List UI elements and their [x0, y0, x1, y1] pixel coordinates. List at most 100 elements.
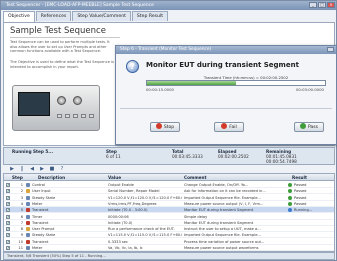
row-comment: Simple delay [184, 214, 208, 219]
row-checkbox[interactable]: ✔ [6, 220, 10, 225]
row-checkbox[interactable]: ✔ [6, 183, 10, 187]
device-knob-icon [73, 96, 82, 105]
title-bar: Test Sequencer - [EMC-LOAD-AFP-MEEBLE] S… [1, 1, 336, 10]
result-status-icon [288, 183, 292, 187]
table-row[interactable]: ✔ 3 Steady State V1=120.0 V,f1=120.0 V,f1=1… [4, 195, 334, 201]
row-value: 0-3333 sec [108, 239, 128, 244]
table-row[interactable]: ✔ 10 Transient 0-3333 sec Process time varia… [4, 239, 334, 245]
stop-button[interactable]: Stop [150, 122, 180, 132]
row-result: Passed [294, 189, 307, 194]
row-description: Control [32, 183, 45, 187]
status-panel: Running Step 5... Step 6 of 11 Total 00:… [3, 147, 335, 165]
table-row[interactable]: ✔ 2 User Input Serial Number, Repair Model A… [4, 188, 334, 195]
table-row[interactable]: ✔ 5 Transient Initiate (T0.0 - 3:00.0) Monit… [4, 207, 334, 214]
step-type-icon [26, 208, 30, 213]
progress-start-time: 00:00:15.0000 [146, 87, 174, 92]
row-checkbox[interactable]: ✔ [6, 239, 10, 244]
stop-icon[interactable]: ■ [49, 166, 55, 172]
forward-icon[interactable]: ▶ [39, 166, 45, 172]
row-value: Initiate (T0.0 - 3:00.0) [108, 208, 148, 213]
row-checkbox[interactable]: ✔ [6, 201, 10, 206]
row-comment: Process time variation of power source o… [184, 239, 265, 244]
col-result[interactable]: Result [292, 174, 307, 181]
device-knob-icon [57, 96, 66, 105]
row-checkbox[interactable]: ✔ [6, 208, 10, 213]
row-step-number: 11 [18, 246, 23, 250]
grid-header: Step Description Value Comment Result [4, 174, 334, 181]
step-counter: 6 of 11 [106, 154, 121, 159]
sequence-toolbar: ▶ ‖ ◀ ▶ ■? [3, 165, 93, 173]
col-step[interactable]: Step [12, 174, 23, 181]
stop-icon [155, 123, 162, 129]
progress-end-time: 00:03:00.0000 [296, 87, 324, 92]
table-row[interactable]: ✔ 7 Transient Initiate (T0.0) Monitor EUT du… [4, 220, 334, 226]
window-title: Test Sequencer - [EMC-LOAD-AFP-MEEBLE] S… [6, 3, 154, 8]
row-value: Serial Number, Repair Model [108, 189, 160, 194]
row-comment: Monitor EUT during transient Segment [184, 220, 254, 225]
row-checkbox[interactable]: ✔ [6, 195, 10, 200]
row-result: Passed [294, 201, 307, 206]
row-description: User Input [32, 189, 51, 194]
table-row[interactable]: ✔ 11 Meter Va, Vb, Vc, Ia, Ib, Ic Measure po… [4, 245, 334, 251]
minimize-icon[interactable]: _ [309, 2, 317, 8]
fail-icon [221, 123, 228, 129]
table-row[interactable]: ✔ 4 Meter Vrms,Irms,PF,Freq,Degrees Measure … [4, 201, 334, 207]
step-type-icon [26, 183, 30, 187]
close-icon[interactable]: × [327, 2, 335, 8]
row-checkbox[interactable]: ✔ [6, 246, 10, 250]
tab-objective[interactable]: Objective [3, 11, 35, 22]
dialog-close-icon[interactable] [327, 47, 334, 52]
table-row[interactable]: ✔ 6 Timer 0000:00:06 Simple delay [4, 214, 334, 220]
row-value: Initiate (T0.0) [108, 220, 133, 225]
row-checkbox[interactable]: ✔ [6, 227, 10, 232]
table-row[interactable]: ✔ 1 Control Output Enable Change Output Enab… [4, 182, 334, 188]
row-step-number: 10 [18, 239, 23, 244]
row-comment: Measure power source output (V, I, F, Vr… [184, 201, 264, 206]
step-type-icon [26, 214, 30, 219]
tab-step-result[interactable]: Step Result [131, 11, 169, 21]
step-type-icon [26, 201, 30, 206]
row-description: Transient [32, 220, 49, 225]
dialog-heading: Monitor EUT during transient Segment [146, 61, 299, 69]
step-type-icon [26, 246, 30, 250]
row-step-number: 4 [20, 201, 23, 206]
step-type-icon [26, 195, 30, 200]
tab-step-value-comment[interactable]: Step Value/Comment [72, 11, 131, 21]
back-icon[interactable]: ◀ [29, 166, 35, 172]
stop-button-label: Stop [163, 125, 175, 130]
pass-button[interactable]: Pass [294, 122, 324, 132]
row-comment: Instruct the user to setup a UUT, make a… [184, 227, 261, 232]
device-button-icon [81, 114, 86, 118]
row-value: Output Enable [108, 183, 134, 187]
row-value: Va, Vb, Vc, Ia, Ib, Ic [108, 246, 143, 250]
row-description: User Prompt [32, 227, 55, 232]
maximize-icon[interactable]: □ [318, 2, 326, 8]
result-status-icon [288, 189, 292, 194]
fail-button[interactable]: Fail [214, 122, 244, 132]
result-status-icon [288, 208, 292, 213]
row-result: Passed [294, 183, 307, 187]
row-value: Run a performance check of the EUT. [108, 227, 175, 232]
tab-references[interactable]: References [35, 11, 72, 21]
row-step-number: 8 [20, 227, 23, 232]
row-checkbox[interactable]: ✔ [6, 233, 10, 238]
step-type-icon [26, 220, 30, 225]
col-comment[interactable]: Comment [184, 174, 207, 181]
row-comment: Monitor EUT during transient Segment [184, 208, 254, 213]
row-step-number: 7 [20, 220, 23, 225]
row-comment: Measure power source output waveforms [184, 246, 259, 250]
dialog-divider [120, 108, 332, 109]
row-description: Transient [32, 208, 49, 213]
help-icon[interactable]: ? [59, 166, 65, 172]
run-icon[interactable]: ▶ [9, 166, 15, 172]
col-description[interactable]: Description [38, 174, 65, 181]
pause-icon[interactable]: ‖ [19, 166, 25, 172]
dialog-title-bar: Step 6 - Transient (Monitor Test Sequenc… [116, 46, 336, 54]
col-value[interactable]: Value [108, 174, 121, 181]
row-value: V1=115.0 V,f1=115.0 V,f1=115.0 F+60.0 [108, 233, 182, 238]
running-step-label: Running Step 5... [12, 149, 54, 154]
row-checkbox[interactable]: ✔ [6, 189, 10, 194]
table-row[interactable]: ✔ 9 Steady State V1=115.0 V,f1=115.0 V,f1=1… [4, 232, 334, 239]
row-checkbox[interactable]: ✔ [6, 214, 10, 219]
table-row[interactable]: ✔ 8 User Prompt Run a performance check of … [4, 226, 334, 233]
